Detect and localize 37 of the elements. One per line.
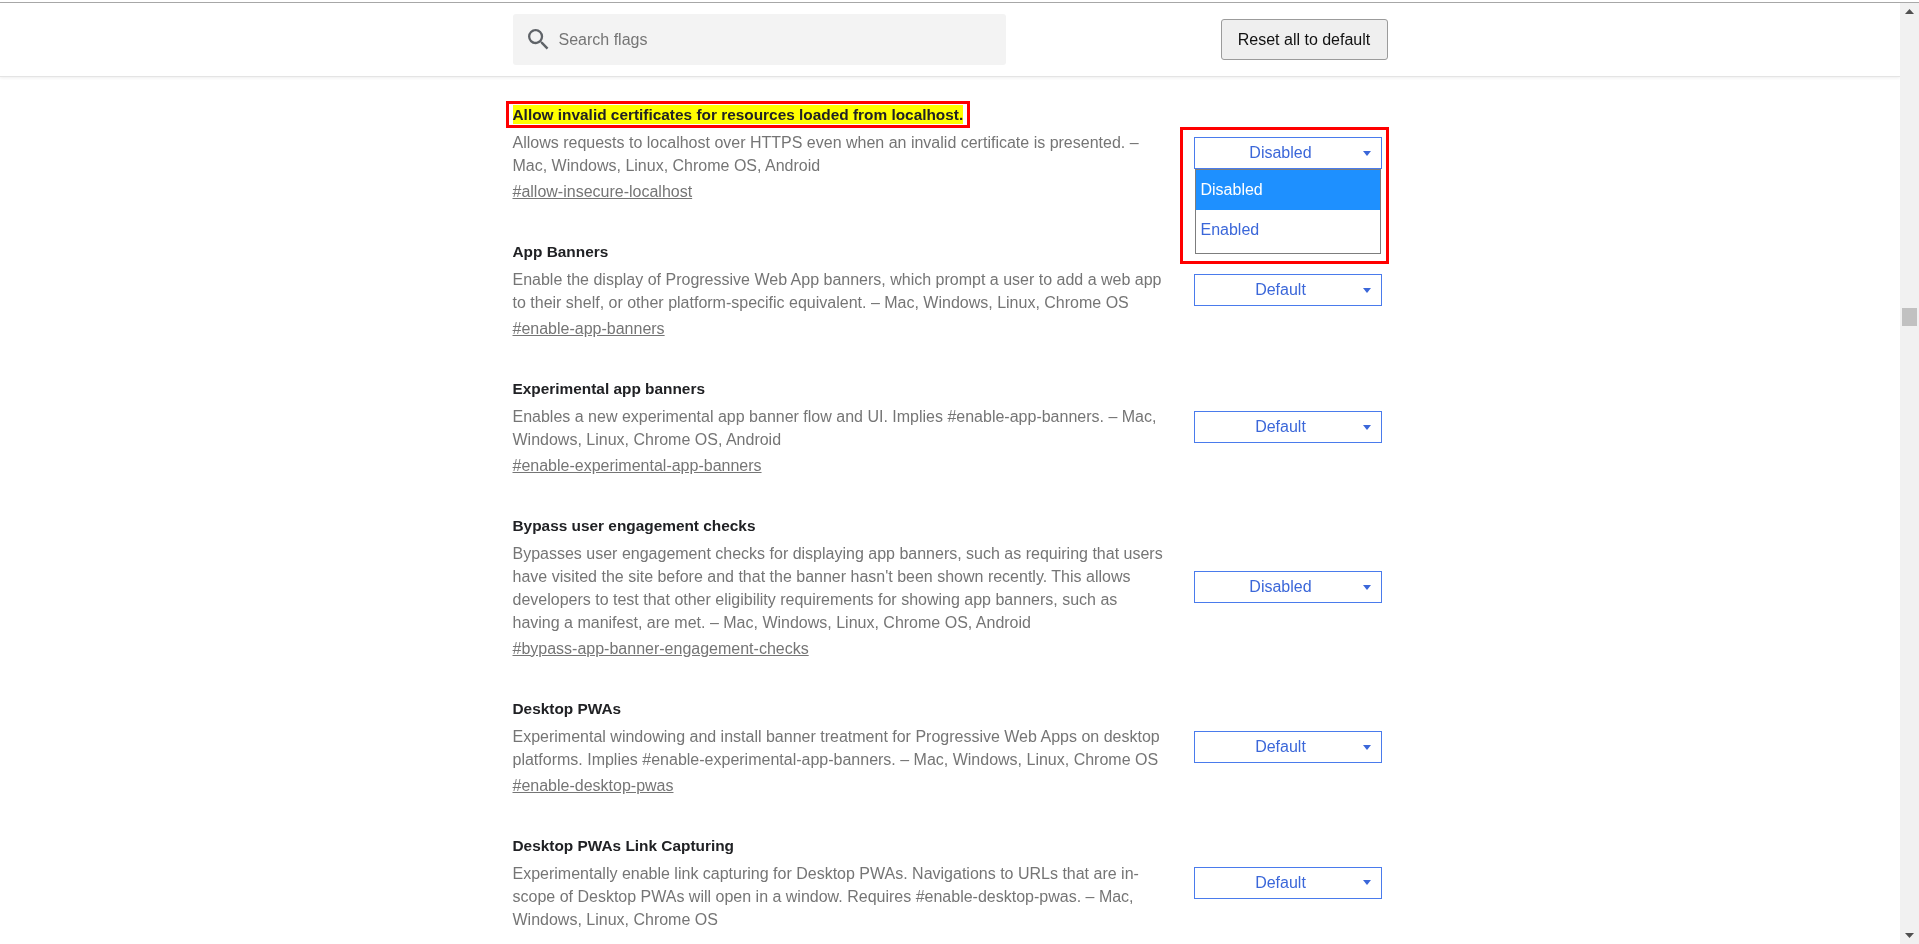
flag-description: Experimentally enable link capturing for Desktop PWAs. Navigations to URLs that are in-scope of Desktop PWAs will open in a window. Requires #enable-desktop-pwas. – Mac, Windows, Linux, Chrome OS — [512, 864, 1140, 930]
dropdown[interactable]: Default — [1193, 866, 1382, 899]
caret-down-icon — [1905, 933, 1914, 938]
dropdown[interactable]: Default — [1193, 411, 1382, 443]
dropdown[interactable]: Disabled — [1193, 571, 1382, 603]
caret-down-icon — [1362, 744, 1371, 750]
dropdown[interactable]: Default — [1193, 731, 1382, 763]
flag-description: Enables a new experimental app banner flow and UI. Implies #enable-app-banners. – Mac, Windows, Linux, Chrome OS, Android — [512, 407, 1158, 450]
caret-down-icon — [1362, 287, 1371, 293]
search-icon — [527, 29, 549, 50]
flag-link[interactable]: #enable-desktop-pwas — [512, 775, 674, 797]
scrollbar-thumb[interactable] — [1902, 308, 1917, 326]
reset-button[interactable]: Reset all to default — [1220, 19, 1388, 60]
flag-description: Enable the display of Progressive Web App banners, which prompt a user to add a web app to their shelf, or other platform-specific equivalent. – Mac, Windows, Linux, Chrome OS — [512, 270, 1163, 313]
caret-down-icon — [1362, 880, 1371, 885]
dropdown[interactable]: Disabled — [1193, 137, 1382, 169]
flag-title: Desktop PWAs Link Capturing — [512, 835, 734, 855]
flag-title: App Banners — [512, 241, 609, 261]
caret-up-icon — [1905, 9, 1914, 14]
scrollbar[interactable] — [1900, 3, 1919, 944]
flag-title: Bypass user engagement checks — [512, 515, 756, 535]
flag-link[interactable]: #enable-experimental-app-banners — [512, 455, 762, 477]
flag-description: Bypasses user engagement checks for displaying app banners, such as requiring that users have visited the site before and that the banner hasn't been shown recently. This allows developers to test that other eligibility requirements for showing app banners, such as having a manifest, are met. – Mac, Windows, Linux, Chrome OS, Android — [512, 544, 1164, 633]
flag-description: Experimental windowing and install banner treatment for Progressive Web Apps on desktop platforms. Implies #enable-experimental-app-banners. – Mac, Windows, Linux, Chrome OS — [512, 727, 1161, 770]
flag-title: Allow invalid certificates for resources loaded from localhost. — [512, 104, 964, 124]
dropdown[interactable]: Default — [1193, 274, 1382, 306]
flag-link[interactable]: #enable-app-banners — [512, 318, 665, 340]
flag-link[interactable]: #allow-insecure-localhost — [512, 181, 693, 203]
flag-title: Experimental app banners — [512, 378, 705, 398]
flag-title: Desktop PWAs — [512, 698, 622, 718]
search-field[interactable]: Search flags — [512, 14, 1006, 65]
flag-description: Allows requests to localhost over HTTPS even when an invalid certificate is presented. – Mac, Windows, Linux, Chrome OS, Android — [512, 133, 1140, 176]
dropdown-option[interactable]: Disabled — [1195, 170, 1380, 210]
flag-link[interactable]: #bypass-app-banner-engagement-checks — [512, 638, 809, 660]
caret-down-icon — [1362, 150, 1371, 156]
caret-down-icon — [1362, 584, 1371, 590]
caret-down-icon — [1362, 424, 1371, 430]
